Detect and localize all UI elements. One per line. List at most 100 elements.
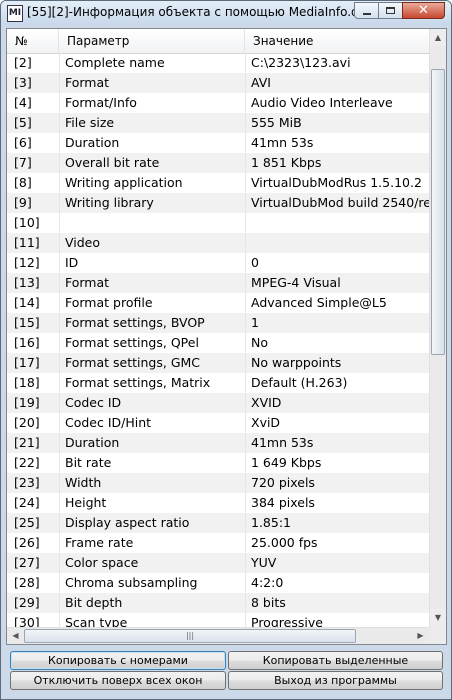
table-row[interactable]: [11] Video — [7, 233, 429, 253]
vertical-scrollbar[interactable]: ▲ ▼ — [429, 29, 446, 627]
parameter-cell: Height — [65, 495, 107, 510]
table-row[interactable]: [15] Format settings, BVOP 1 — [7, 313, 429, 333]
parameter-cell: Format — [65, 75, 110, 90]
row-number-cell: [25] — [14, 515, 40, 530]
table-row[interactable]: [19] Codec ID XVID — [7, 393, 429, 413]
column-separator — [245, 153, 246, 173]
column-separator — [59, 173, 60, 193]
table-row[interactable]: [8] Writing application VirtualDubModRus 1… — [7, 173, 429, 193]
column-separator — [59, 273, 60, 293]
parameter-cell: Bit rate — [65, 455, 112, 470]
table-row[interactable]: [6] Duration 41mn 53s — [7, 133, 429, 153]
column-separator — [59, 133, 60, 153]
row-number-cell: [24] — [14, 495, 40, 510]
table-row[interactable]: [26] Frame rate 25.000 fps — [7, 533, 429, 553]
value-cell: Default (H.263) — [251, 375, 348, 390]
maximize-button[interactable] — [378, 2, 403, 19]
scroll-corner — [429, 627, 446, 644]
row-number-cell: [23] — [14, 475, 40, 490]
row-number-cell: [22] — [14, 455, 40, 470]
column-header-number[interactable]: № — [7, 29, 59, 53]
column-separator — [245, 93, 246, 113]
table-row[interactable]: [10] — [7, 213, 429, 233]
column-separator — [59, 313, 60, 333]
table-row[interactable]: [28] Chroma subsampling 4:2:0 — [7, 573, 429, 593]
row-number-cell: [10] — [14, 215, 40, 230]
table-row[interactable]: [4] Format/Info Audio Video Interleave — [7, 93, 429, 113]
horizontal-scroll-thumb[interactable]: ||| — [24, 629, 356, 643]
minimize-button[interactable] — [354, 2, 379, 19]
vertical-scroll-thumb[interactable] — [431, 69, 445, 355]
column-header-value[interactable]: Значение — [245, 29, 429, 53]
value-cell: C:\2323\123.avi — [251, 55, 351, 70]
column-separator — [59, 253, 60, 273]
title-bar[interactable]: MI [55][2]-Информация объекта с помощью … — [1, 1, 451, 25]
table-row[interactable]: [25] Display aspect ratio 1.85:1 — [7, 513, 429, 533]
window-title: [55][2]-Информация объекта с помощью Med… — [27, 5, 366, 19]
table-row[interactable]: [14] Format profile Advanced Simple@L5 — [7, 293, 429, 313]
info-list-view[interactable]: № Параметр Значение [2] Complete name C:\2… — [6, 28, 447, 645]
scroll-right-button[interactable]: ▶ — [412, 628, 429, 644]
column-separator — [59, 113, 60, 133]
column-separator — [59, 553, 60, 573]
value-cell: 384 pixels — [251, 495, 315, 510]
exit-program-button[interactable]: Выход из программы — [228, 671, 443, 690]
table-row[interactable]: [24] Height 384 pixels — [7, 493, 429, 513]
table-row[interactable]: [29] Bit depth 8 bits — [7, 593, 429, 613]
table-row[interactable]: [7] Overall bit rate 1 851 Kbps — [7, 153, 429, 173]
column-separator — [59, 293, 60, 313]
table-row[interactable]: [2] Complete name C:\2323\123.avi — [7, 53, 429, 73]
row-number-cell: [20] — [14, 415, 40, 430]
minimize-icon — [363, 13, 371, 15]
table-row[interactable]: [13] Format MPEG-4 Visual — [7, 273, 429, 293]
scroll-down-button[interactable]: ▼ — [430, 609, 446, 626]
parameter-cell: Format settings, BVOP — [65, 315, 205, 330]
copy-selected-button[interactable]: Копировать выделенные — [228, 651, 443, 670]
column-separator — [245, 113, 246, 133]
table-row[interactable]: [23] Width 720 pixels — [7, 473, 429, 493]
value-cell: 555 MiB — [251, 115, 302, 130]
row-number-cell: [2] — [14, 55, 32, 70]
column-separator — [245, 493, 246, 513]
parameter-cell: Duration — [65, 435, 120, 450]
value-cell: 720 pixels — [251, 475, 315, 490]
value-cell: Advanced Simple@L5 — [251, 295, 387, 310]
table-row[interactable]: [5] File size 555 MiB — [7, 113, 429, 133]
table-row[interactable]: [27] Color space YUV — [7, 553, 429, 573]
scroll-up-button[interactable]: ▲ — [430, 29, 446, 46]
column-separator — [245, 353, 246, 373]
value-cell: 1 649 Kbps — [251, 455, 322, 470]
scroll-left-button[interactable]: ◀ — [7, 628, 24, 644]
value-cell: 0 — [251, 255, 259, 270]
column-separator — [245, 573, 246, 593]
row-number-cell: [19] — [14, 395, 40, 410]
row-number-cell: [18] — [14, 375, 40, 390]
value-cell — [251, 213, 429, 233]
copy-with-numbers-button[interactable]: Копировать с номерами — [10, 651, 226, 670]
table-row[interactable]: [3] Format AVI — [7, 73, 429, 93]
table-row[interactable]: [12] ID 0 — [7, 253, 429, 273]
table-row[interactable]: [16] Format settings, QPel No — [7, 333, 429, 353]
table-row[interactable]: [21] Duration 41mn 53s — [7, 433, 429, 453]
column-separator — [59, 433, 60, 453]
close-button[interactable]: ✕ — [402, 2, 445, 19]
column-separator — [59, 373, 60, 393]
table-row[interactable]: [18] Format settings, Matrix Default (H.26… — [7, 373, 429, 393]
value-cell: 4:2:0 — [251, 575, 284, 590]
column-separator — [245, 513, 246, 533]
column-separator — [59, 493, 60, 513]
table-row[interactable]: [17] Format settings, GMC No warppoints — [7, 353, 429, 373]
mediainfo-app-icon[interactable]: MI — [7, 5, 23, 22]
horizontal-scrollbar[interactable]: ◀ ||| ▶ — [7, 627, 429, 644]
disable-always-on-top-button[interactable]: Отключить поверх всех окон — [10, 671, 226, 690]
table-row[interactable]: [20] Codec ID/Hint XviD — [7, 413, 429, 433]
column-separator — [245, 213, 246, 233]
table-row[interactable]: [22] Bit rate 1 649 Kbps — [7, 453, 429, 473]
parameter-cell: ID — [65, 255, 79, 270]
value-cell: 8 bits — [251, 595, 286, 610]
column-separator — [245, 473, 246, 493]
list-rows: [2] Complete name C:\2323\123.avi [3] Format… — [7, 53, 429, 633]
value-cell: MPEG-4 Visual — [251, 275, 341, 290]
column-header-parameter[interactable]: Параметр — [59, 29, 245, 53]
table-row[interactable]: [9] Writing library VirtualDubMod build 25… — [7, 193, 429, 213]
